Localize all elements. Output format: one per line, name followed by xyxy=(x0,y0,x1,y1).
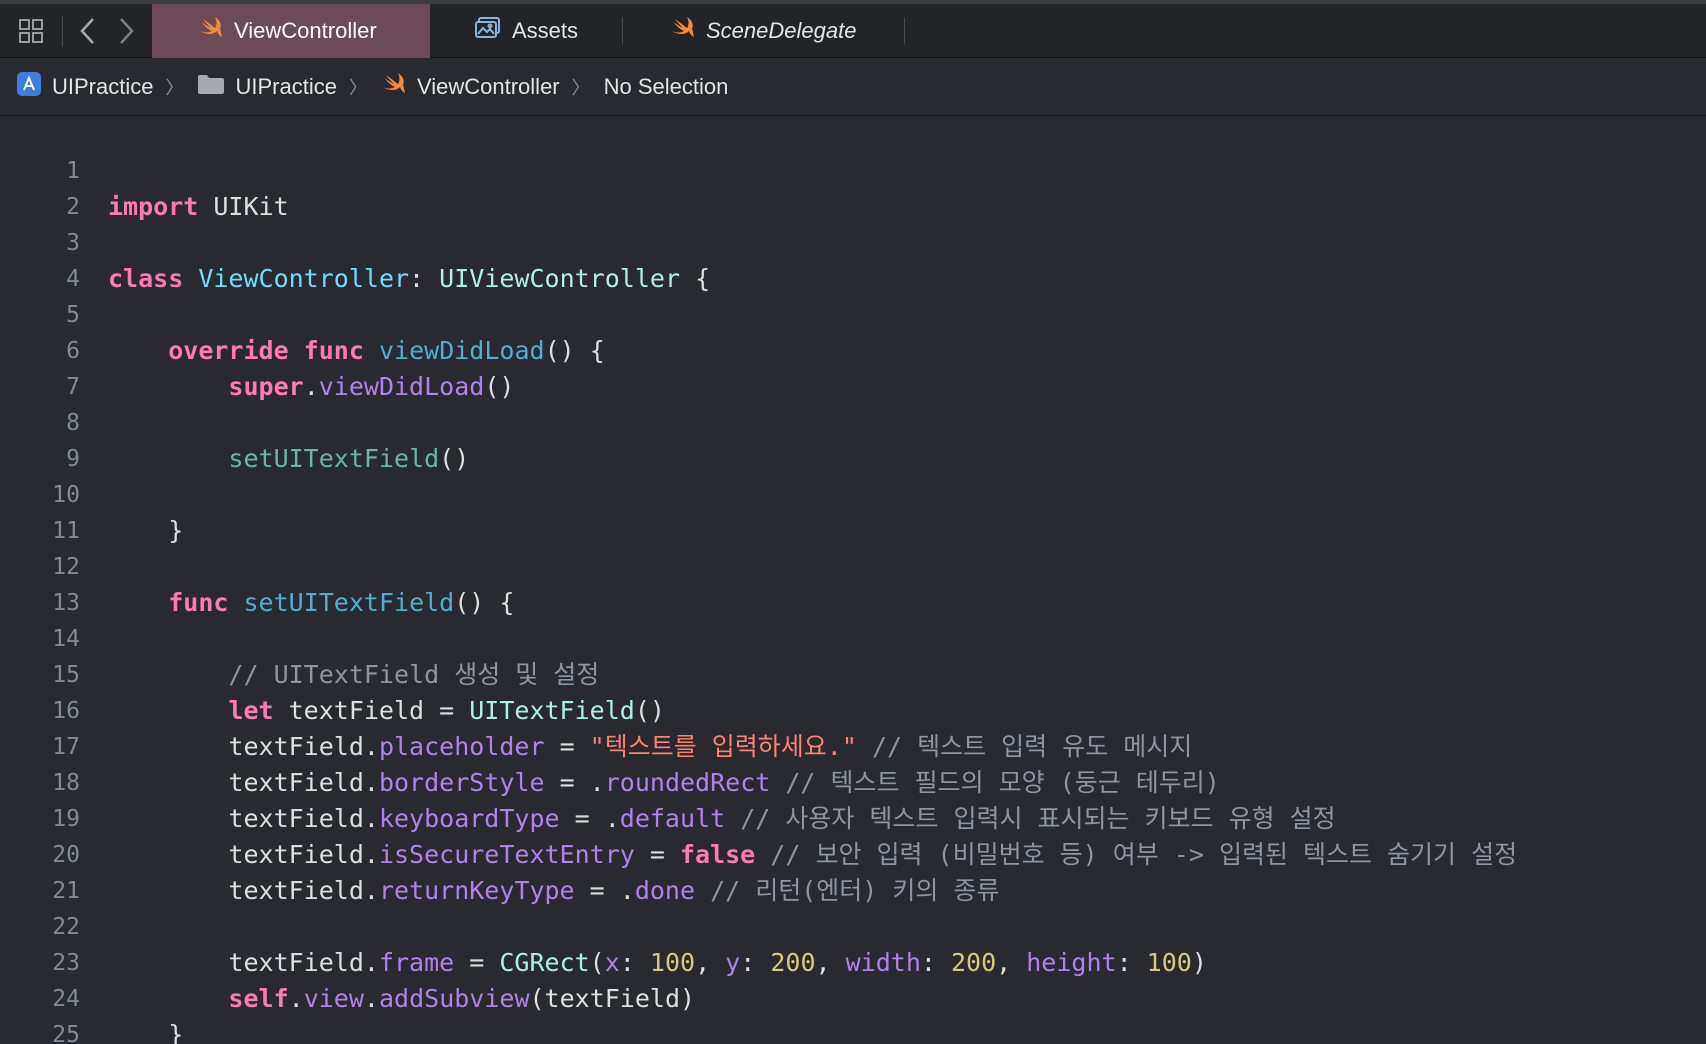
code-line: 15 let textField = UITextField() xyxy=(0,621,1706,725)
code-line: 25 } xyxy=(0,981,1706,1044)
code-line: 26 xyxy=(0,1017,1706,1044)
code-line: 19 textField.isSecureTextEntry = false /… xyxy=(0,765,1706,869)
back-arrow-icon[interactable] xyxy=(74,4,102,58)
tab-divider xyxy=(904,18,905,44)
tab-label: Assets xyxy=(512,18,579,43)
code-line: 1 import UIKit xyxy=(0,117,1706,221)
editor-tab-bar: ViewController Assets SceneDelegate xyxy=(0,4,1706,58)
code-line: 6 super.viewDidLoad() xyxy=(0,297,1706,401)
code-line: 9 xyxy=(0,405,1706,472)
breadcrumb-project[interactable]: UIPractice xyxy=(16,71,153,103)
chevron-right-icon: 〉 xyxy=(348,77,367,98)
code-line: 7 xyxy=(0,333,1706,400)
code-line: 17 textField.borderStyle = .roundedRect … xyxy=(0,693,1706,797)
code-line: 12 func setUITextField() { xyxy=(0,513,1706,617)
swift-icon xyxy=(381,72,407,101)
code-line: 11 xyxy=(0,477,1706,544)
folder-icon xyxy=(197,73,225,101)
code-line: 21 xyxy=(0,837,1706,904)
code-line: 16 textField.placeholder = "텍스트를 입력하세요."… xyxy=(0,657,1706,761)
tab-scenedelegate[interactable]: SceneDelegate xyxy=(670,4,856,58)
chevron-right-icon: 〉 xyxy=(571,77,590,98)
breadcrumb-label: UIPractice xyxy=(235,73,337,99)
breadcrumb-label: ViewController xyxy=(416,73,560,99)
breadcrumb-label: No Selection xyxy=(603,73,729,99)
code-line: 20 textField.returnKeyType = .done // 리턴… xyxy=(0,801,1706,905)
code-line: 14 // UITextField 생성 및 설정 xyxy=(0,585,1706,689)
tab-viewcontroller[interactable]: ViewController xyxy=(152,4,430,58)
grid-icon[interactable] xyxy=(14,4,48,58)
source-editor[interactable]: 1 import UIKit 2 3 class ViewController:… xyxy=(0,116,1706,1044)
breadcrumb-selection[interactable]: No Selection xyxy=(604,74,729,100)
swift-icon xyxy=(198,17,224,45)
jump-bar: UIPractice 〉 UIPractice 〉 ViewController… xyxy=(0,58,1706,116)
code-line: 18 textField.keyboardType = .default // … xyxy=(0,729,1706,833)
chevron-right-icon: 〉 xyxy=(165,77,184,98)
breadcrumb-label: UIPractice xyxy=(52,73,154,99)
code-line: 3 class ViewController: UIViewController… xyxy=(0,189,1706,293)
swift-icon xyxy=(670,17,696,45)
code-line: 5 override func viewDidLoad() { xyxy=(0,261,1706,365)
tab-divider xyxy=(622,18,623,44)
code-line: 22 textField.frame = CGRect(x: 100, y: 2… xyxy=(0,873,1706,977)
assets-catalog-icon xyxy=(474,16,502,46)
breadcrumb-folder[interactable]: UIPractice xyxy=(197,73,337,101)
forward-arrow-icon[interactable] xyxy=(112,4,140,58)
tab-label: ViewController xyxy=(234,18,377,43)
tab-label: SceneDelegate xyxy=(706,18,857,43)
code-line: 4 xyxy=(0,225,1706,292)
code-line: 24 } xyxy=(0,945,1706,1044)
breadcrumb-file[interactable]: ViewController xyxy=(381,72,560,101)
code-line: 10 } xyxy=(0,441,1706,545)
toolbar-divider xyxy=(62,16,63,46)
code-line: 13 xyxy=(0,549,1706,616)
tab-assets[interactable]: Assets xyxy=(474,4,578,58)
code-line: 2 xyxy=(0,153,1706,220)
code-line: 8 setUITextField() xyxy=(0,369,1706,473)
code-line: 23 self.view.addSubview(textField) xyxy=(0,909,1706,1013)
xcode-project-icon xyxy=(16,71,42,103)
